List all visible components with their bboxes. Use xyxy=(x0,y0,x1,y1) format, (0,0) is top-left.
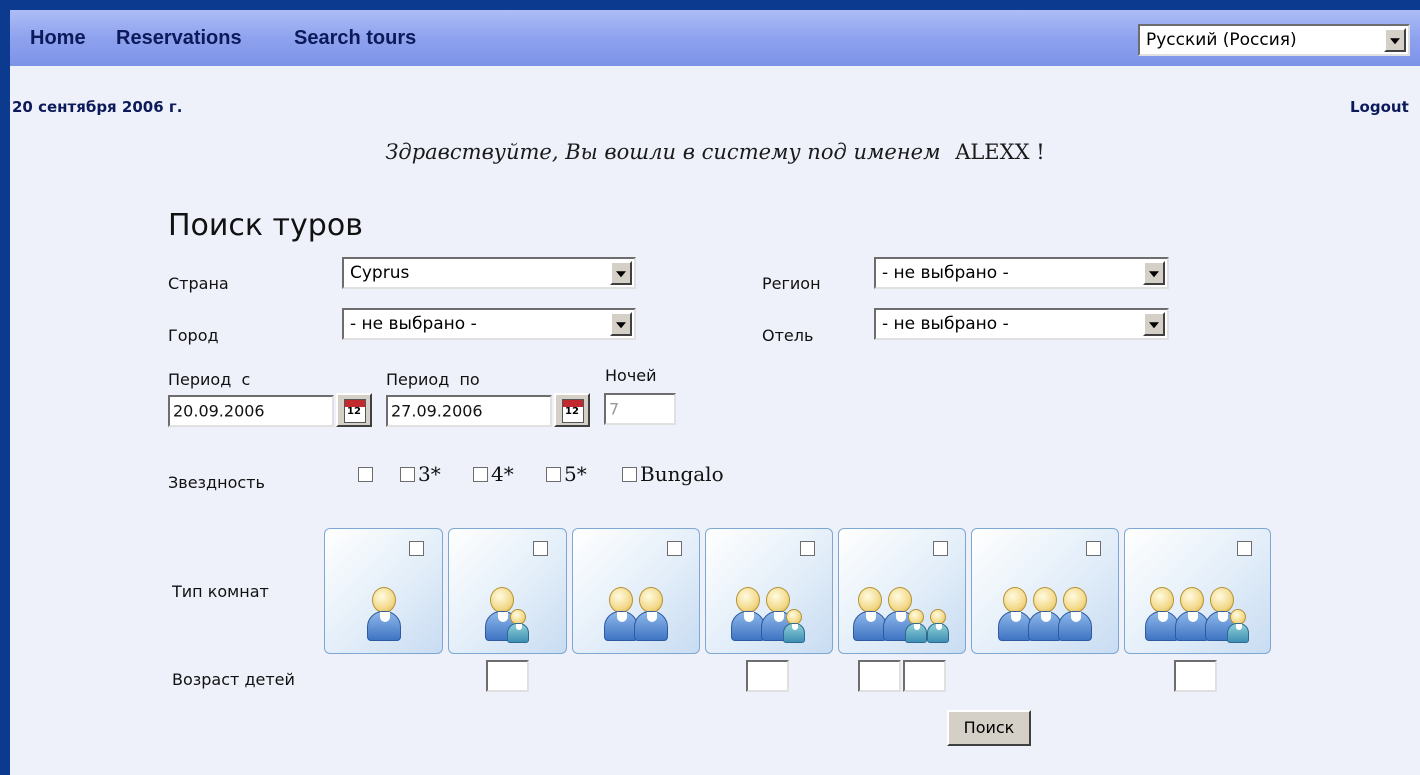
hotel-select[interactable]: - не выбрано - xyxy=(874,308,1169,340)
room-type-checkbox[interactable] xyxy=(933,541,948,556)
calendar-to-button[interactable] xyxy=(554,393,590,427)
chevron-down-icon[interactable] xyxy=(1384,28,1406,52)
adult-person-icon xyxy=(1144,587,1179,643)
welcome-message: Здравствуйте, Вы вошли в систему под име… xyxy=(10,140,1420,164)
stars-bungalo-label: Bungalo xyxy=(640,462,724,486)
adult-person-icon xyxy=(366,587,401,643)
stars-4-checkbox[interactable] xyxy=(473,467,488,482)
nights-label: Ночей xyxy=(605,366,657,385)
room-type-checkbox[interactable] xyxy=(667,541,682,556)
nights-input[interactable]: 7 xyxy=(604,393,676,425)
room-type-checkbox[interactable] xyxy=(409,541,424,556)
adult-person-icon xyxy=(998,587,1032,643)
region-select[interactable]: - не выбрано - xyxy=(874,257,1169,289)
chevron-down-icon[interactable] xyxy=(1143,261,1165,285)
stars-5-label: 5* xyxy=(564,462,587,486)
stars-any-checkbox[interactable] xyxy=(358,467,373,482)
child-age-label: Возраст детей xyxy=(172,670,295,689)
chevron-down-icon[interactable] xyxy=(610,261,632,285)
room-type-2-adults[interactable] xyxy=(572,528,700,654)
room-type-2-adults-1-child[interactable] xyxy=(705,528,833,654)
region-select-value: - не выбрано - xyxy=(882,263,1009,283)
page-frame: Home Reservations Search tours Русский (… xyxy=(10,10,1420,775)
city-select-value: - не выбрано - xyxy=(350,314,477,334)
hotel-select-value: - не выбрано - xyxy=(882,314,1009,334)
child-person-icon xyxy=(927,609,949,643)
period-to-label: Период по xyxy=(386,370,480,389)
room-type-checkbox[interactable] xyxy=(1086,541,1101,556)
room-type-1-adult-1-child[interactable] xyxy=(448,528,567,654)
room-type-checkbox[interactable] xyxy=(800,541,815,556)
city-label: Город xyxy=(168,326,219,345)
stars-3-checkbox[interactable] xyxy=(400,467,415,482)
room-type-label: Тип комнат xyxy=(172,582,269,601)
welcome-username: ALEXX xyxy=(955,140,1030,164)
child-age-input[interactable] xyxy=(903,660,946,692)
nav-search-tours-link[interactable]: Search tours xyxy=(294,27,416,50)
language-select[interactable]: Русский (Россия) xyxy=(1138,24,1410,56)
room-type-3-adults[interactable] xyxy=(971,528,1119,654)
adult-person-icon xyxy=(604,587,638,643)
room-type-1-adult[interactable] xyxy=(324,528,443,654)
calendar-icon xyxy=(344,399,366,423)
stars-5-checkbox[interactable] xyxy=(546,467,561,482)
period-to-input[interactable]: 27.09.2006 xyxy=(386,395,552,427)
child-age-input[interactable] xyxy=(486,660,529,692)
region-label: Регион xyxy=(762,274,821,293)
calendar-from-button[interactable] xyxy=(336,393,372,427)
room-occupants xyxy=(325,587,442,643)
room-occupants xyxy=(1125,587,1270,643)
room-occupants xyxy=(706,587,832,643)
adult-person-icon xyxy=(853,587,887,643)
city-select[interactable]: - не выбрано - xyxy=(342,308,636,340)
period-from-label: Период с xyxy=(168,370,251,389)
adult-person-icon xyxy=(1174,587,1209,643)
nav-reservations-link[interactable]: Reservations xyxy=(116,27,242,50)
child-age-input[interactable] xyxy=(746,660,789,692)
logout-link[interactable]: Logout xyxy=(1350,98,1409,116)
adult-person-icon xyxy=(634,587,668,643)
child-age-input[interactable] xyxy=(1174,660,1217,692)
room-occupants xyxy=(449,587,566,643)
room-occupants xyxy=(839,587,965,643)
child-person-icon xyxy=(1226,609,1249,643)
welcome-suffix: ! xyxy=(1036,140,1045,164)
language-select-value: Русский (Россия) xyxy=(1146,30,1297,50)
stars-4-label: 4* xyxy=(491,462,514,486)
stars-bungalo-checkbox[interactable] xyxy=(622,467,637,482)
welcome-text: Здравствуйте, Вы вошли в систему под име… xyxy=(385,140,941,164)
hotel-label: Отель xyxy=(762,326,814,345)
search-button[interactable]: Поиск xyxy=(947,710,1031,746)
adult-person-icon xyxy=(1028,587,1062,643)
room-type-checkbox[interactable] xyxy=(533,541,548,556)
country-select-value: Cyprus xyxy=(350,263,410,283)
room-occupants xyxy=(972,587,1118,643)
page-title: Поиск туров xyxy=(168,208,363,243)
chevron-down-icon[interactable] xyxy=(1143,312,1165,336)
child-age-input[interactable] xyxy=(858,660,901,692)
room-type-2-adults-2-children[interactable] xyxy=(838,528,966,654)
nav-home-link[interactable]: Home xyxy=(30,27,86,50)
period-to-value: 27.09.2006 xyxy=(391,401,483,421)
room-occupants xyxy=(573,587,699,643)
stars-label: Звездность xyxy=(168,473,265,492)
stars-3-label: 3* xyxy=(418,462,441,486)
current-date: 20 сентября 2006 г. xyxy=(12,98,183,116)
calendar-icon xyxy=(562,399,584,423)
child-person-icon xyxy=(506,609,529,643)
adult-person-icon xyxy=(731,587,765,643)
child-person-icon xyxy=(783,609,805,643)
country-select[interactable]: Cyprus xyxy=(342,257,636,289)
chevron-down-icon[interactable] xyxy=(610,312,632,336)
nights-value: 7 xyxy=(609,399,620,419)
period-from-value: 20.09.2006 xyxy=(173,401,265,421)
room-type-3-adults-1-child[interactable] xyxy=(1124,528,1271,654)
top-navbar: Home Reservations Search tours Русский (… xyxy=(10,10,1420,66)
country-label: Страна xyxy=(168,274,229,293)
room-type-checkbox[interactable] xyxy=(1237,541,1252,556)
child-person-icon xyxy=(905,609,927,643)
period-from-input[interactable]: 20.09.2006 xyxy=(168,395,334,427)
adult-person-icon xyxy=(1058,587,1092,643)
